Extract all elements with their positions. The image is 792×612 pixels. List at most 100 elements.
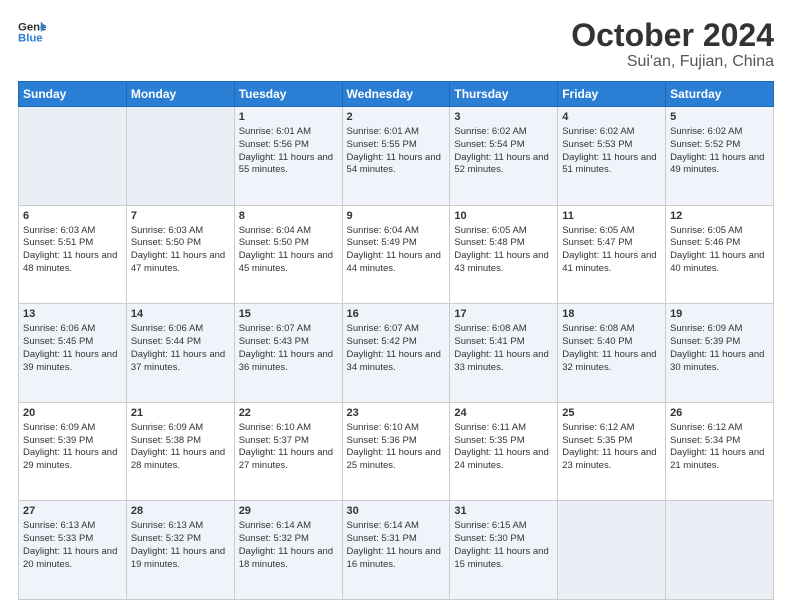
table-row: 29Sunrise: 6:14 AMSunset: 5:32 PMDayligh… — [234, 501, 342, 600]
table-row: 23Sunrise: 6:10 AMSunset: 5:36 PMDayligh… — [342, 402, 450, 501]
calendar-table: Sunday Monday Tuesday Wednesday Thursday… — [18, 81, 774, 600]
sunrise-text: Sunrise: 6:09 AM — [23, 422, 95, 433]
daylight-text: Daylight: 11 hours and 15 minutes. — [454, 546, 548, 570]
day-number: 4 — [562, 110, 661, 125]
table-row: 31Sunrise: 6:15 AMSunset: 5:30 PMDayligh… — [450, 501, 558, 600]
daylight-text: Daylight: 11 hours and 44 minutes. — [347, 250, 441, 274]
table-row: 19Sunrise: 6:09 AMSunset: 5:39 PMDayligh… — [666, 304, 774, 403]
calendar-week-row: 6Sunrise: 6:03 AMSunset: 5:51 PMDaylight… — [19, 205, 774, 304]
calendar-week-row: 1Sunrise: 6:01 AMSunset: 5:56 PMDaylight… — [19, 107, 774, 206]
table-row: 20Sunrise: 6:09 AMSunset: 5:39 PMDayligh… — [19, 402, 127, 501]
table-row: 24Sunrise: 6:11 AMSunset: 5:35 PMDayligh… — [450, 402, 558, 501]
sunset-text: Sunset: 5:35 PM — [562, 435, 632, 446]
table-row: 3Sunrise: 6:02 AMSunset: 5:54 PMDaylight… — [450, 107, 558, 206]
sunset-text: Sunset: 5:48 PM — [454, 237, 524, 248]
sunrise-text: Sunrise: 6:04 AM — [239, 225, 311, 236]
sunrise-text: Sunrise: 6:07 AM — [239, 323, 311, 334]
table-row: 5Sunrise: 6:02 AMSunset: 5:52 PMDaylight… — [666, 107, 774, 206]
daylight-text: Daylight: 11 hours and 32 minutes. — [562, 349, 656, 373]
sunset-text: Sunset: 5:53 PM — [562, 139, 632, 150]
daylight-text: Daylight: 11 hours and 27 minutes. — [239, 447, 333, 471]
table-row: 1Sunrise: 6:01 AM Sunset: 5:56 PM Daylight… — [234, 107, 342, 206]
table-row: 8Sunrise: 6:04 AMSunset: 5:50 PMDaylight… — [234, 205, 342, 304]
sunrise-text: Sunrise: 6:01 AM — [347, 126, 419, 137]
daylight-text: Daylight: 11 hours and 29 minutes. — [23, 447, 117, 471]
logo: General Blue — [18, 18, 46, 46]
sunrise-text: Sunrise: 6:05 AM — [670, 225, 742, 236]
day-number: 5 — [670, 110, 769, 125]
day-number: 28 — [131, 504, 230, 519]
day-number: 19 — [670, 307, 769, 322]
daylight-text: Daylight: 11 hours and 28 minutes. — [131, 447, 225, 471]
daylight-text: Daylight: 11 hours and 40 minutes. — [670, 250, 764, 274]
daylight-text: Daylight: 11 hours and 41 minutes. — [562, 250, 656, 274]
daylight-text: Daylight: 11 hours and 51 minutes. — [562, 152, 656, 176]
sunset-text: Sunset: 5:56 PM — [239, 139, 309, 150]
sunset-text: Sunset: 5:46 PM — [670, 237, 740, 248]
sunset-text: Sunset: 5:34 PM — [670, 435, 740, 446]
table-row: 30Sunrise: 6:14 AMSunset: 5:31 PMDayligh… — [342, 501, 450, 600]
table-row: 7Sunrise: 6:03 AMSunset: 5:50 PMDaylight… — [126, 205, 234, 304]
daylight-text: Daylight: 11 hours and 43 minutes. — [454, 250, 548, 274]
daylight-text: Daylight: 11 hours and 21 minutes. — [670, 447, 764, 471]
sunrise-text: Sunrise: 6:06 AM — [131, 323, 203, 334]
table-row: 16Sunrise: 6:07 AMSunset: 5:42 PMDayligh… — [342, 304, 450, 403]
sunset-text: Sunset: 5:45 PM — [23, 336, 93, 347]
day-number: 25 — [562, 406, 661, 421]
sunset-text: Sunset: 5:49 PM — [347, 237, 417, 248]
svg-text:Blue: Blue — [18, 33, 43, 45]
day-number: 26 — [670, 406, 769, 421]
sunset-text: Sunset: 5:55 PM — [347, 139, 417, 150]
sunset-text: Sunset: 5:30 PM — [454, 533, 524, 544]
sunrise-text: Sunrise: 6:01 AM — [239, 126, 311, 137]
day-number: 10 — [454, 209, 553, 224]
sunset-text: Sunset: 5:32 PM — [131, 533, 201, 544]
calendar-week-row: 27 Sunrise: 6:13 AM Sunset: 5:33 PM Dayligh… — [19, 501, 774, 600]
sunset-text: Sunset: 5:41 PM — [454, 336, 524, 347]
sunrise-text: Sunrise: 6:15 AM — [454, 520, 526, 531]
sunset-text: Sunset: 5:43 PM — [239, 336, 309, 347]
day-number: 6 — [23, 209, 122, 224]
day-number: 21 — [131, 406, 230, 421]
daylight-text: Daylight: 11 hours and 55 minutes. — [239, 152, 333, 176]
table-row: 17Sunrise: 6:08 AMSunset: 5:41 PMDayligh… — [450, 304, 558, 403]
day-number: 8 — [239, 209, 338, 224]
day-number: 20 — [23, 406, 122, 421]
logo-icon: General Blue — [18, 18, 46, 46]
sunrise-text: Sunrise: 6:14 AM — [239, 520, 311, 531]
sunset-text: Sunset: 5:33 PM — [23, 533, 93, 544]
sunrise-text: Sunrise: 6:06 AM — [23, 323, 95, 334]
table-row — [558, 501, 666, 600]
table-row: 9Sunrise: 6:04 AMSunset: 5:49 PMDaylight… — [342, 205, 450, 304]
day-number: 11 — [562, 209, 661, 224]
col-tuesday: Tuesday — [234, 82, 342, 107]
sunset-text: Sunset: 5:37 PM — [239, 435, 309, 446]
day-number: 2 — [347, 110, 446, 125]
sunrise-text: Sunrise: 6:02 AM — [454, 126, 526, 137]
daylight-text: Daylight: 11 hours and 36 minutes. — [239, 349, 333, 373]
day-number: 23 — [347, 406, 446, 421]
sunrise-text: Sunrise: 6:08 AM — [562, 323, 634, 334]
day-number: 13 — [23, 307, 122, 322]
day-number: 1 — [239, 110, 338, 125]
sunset-text: Sunset: 5:44 PM — [131, 336, 201, 347]
table-row: 18Sunrise: 6:08 AMSunset: 5:40 PMDayligh… — [558, 304, 666, 403]
sunrise-text: Sunrise: 6:09 AM — [131, 422, 203, 433]
sunset-text: Sunset: 5:31 PM — [347, 533, 417, 544]
sunset-text: Sunset: 5:50 PM — [131, 237, 201, 248]
sunrise-text: Sunrise: 6:13 AM — [131, 520, 203, 531]
sunset-text: Sunset: 5:50 PM — [239, 237, 309, 248]
table-row: 6Sunrise: 6:03 AMSunset: 5:51 PMDaylight… — [19, 205, 127, 304]
day-number: 27 — [23, 504, 122, 519]
daylight-text: Daylight: 11 hours and 54 minutes. — [347, 152, 441, 176]
table-row: 25Sunrise: 6:12 AMSunset: 5:35 PMDayligh… — [558, 402, 666, 501]
page-subtitle: Sui'an, Fujian, China — [571, 53, 774, 71]
sunset-text: Sunset: 5:35 PM — [454, 435, 524, 446]
sunrise-text: Sunrise: 6:05 AM — [562, 225, 634, 236]
table-row: 2Sunrise: 6:01 AM Sunset: 5:55 PM Daylight… — [342, 107, 450, 206]
col-monday: Monday — [126, 82, 234, 107]
col-friday: Friday — [558, 82, 666, 107]
sunset-text: Sunset: 5:38 PM — [131, 435, 201, 446]
sunrise-text: Sunrise: 6:10 AM — [347, 422, 419, 433]
daylight-text: Daylight: 11 hours and 23 minutes. — [562, 447, 656, 471]
